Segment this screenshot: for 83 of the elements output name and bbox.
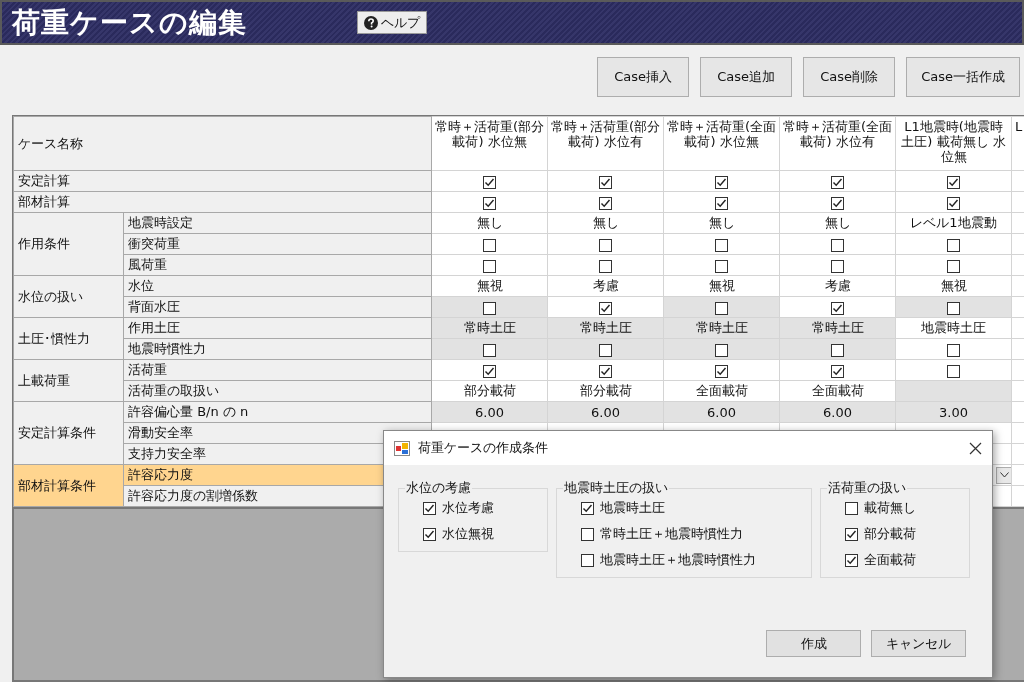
help-button[interactable]: ヘルプ — [357, 11, 427, 34]
group-title: 活荷重の扱い — [827, 479, 907, 497]
checkbox[interactable] — [947, 259, 960, 273]
checkbox-label[interactable]: 水位考慮 — [442, 499, 494, 517]
row-group-header: 土圧･慣性力 — [13, 317, 124, 360]
checkbox[interactable] — [581, 527, 594, 541]
app-icon — [394, 440, 410, 456]
checkbox[interactable] — [831, 238, 844, 252]
checkbox[interactable] — [947, 196, 960, 210]
checkbox[interactable] — [483, 238, 496, 252]
checkbox-label[interactable]: 載荷無し — [864, 499, 916, 517]
toolbar-button[interactable]: Case追加 — [700, 57, 793, 97]
checkbox[interactable] — [831, 175, 844, 189]
checkbox[interactable] — [845, 527, 858, 541]
checkbox[interactable] — [947, 364, 960, 378]
checkbox[interactable] — [483, 364, 496, 378]
row-group-header: 部材計算条件 — [13, 464, 124, 507]
checkbox[interactable] — [831, 301, 844, 315]
checkbox-label[interactable]: 地震時土圧＋地震時慣性力 — [600, 551, 756, 569]
row-header[interactable]: 許容偏心量 B/n の n — [123, 401, 432, 423]
checkbox[interactable] — [715, 364, 728, 378]
row-group-header: 作用条件 — [13, 212, 124, 276]
checkbox[interactable] — [715, 175, 728, 189]
checkbox[interactable] — [483, 259, 496, 273]
checkbox[interactable] — [831, 259, 844, 273]
checkbox-label[interactable]: 部分載荷 — [864, 525, 916, 543]
dialog-button[interactable]: 作成 — [766, 630, 861, 657]
toolbar-button[interactable]: Case挿入 — [597, 57, 690, 97]
row-group-header: 安定計算条件 — [13, 401, 124, 465]
checkbox[interactable] — [483, 196, 496, 210]
checkbox[interactable] — [423, 501, 436, 515]
column-header: 常時＋活荷重(部分載荷) 水位無 — [431, 116, 548, 171]
checkbox[interactable] — [947, 175, 960, 189]
toolbar-button[interactable]: Case削除 — [803, 57, 896, 97]
checkbox[interactable] — [715, 259, 728, 273]
row-header[interactable]: 衝突荷重 — [123, 233, 432, 255]
dialog-button[interactable]: キャンセル — [871, 630, 966, 657]
row-header: ケース名称 — [13, 116, 432, 171]
dropdown-button[interactable] — [996, 466, 1011, 484]
checkbox[interactable] — [599, 259, 612, 273]
column-header: 常時＋活荷重(全面載荷) 水位無 — [663, 116, 780, 171]
row-header[interactable]: 水位 — [123, 275, 432, 297]
row-header[interactable]: 風荷重 — [123, 254, 432, 276]
row-group-header: 上載荷重 — [13, 359, 124, 402]
row-header[interactable]: 地震時慣性力 — [123, 338, 432, 360]
checkbox-label[interactable]: 地震時土圧 — [600, 499, 665, 517]
checkbox-label[interactable]: 常時土圧＋地震時慣性力 — [600, 525, 743, 543]
row-header[interactable]: 活荷重 — [123, 359, 432, 381]
row-group-header: 水位の扱い — [13, 275, 124, 318]
checkbox[interactable] — [831, 196, 844, 210]
checkbox[interactable] — [845, 553, 858, 567]
row-header[interactable]: 部材計算 — [13, 191, 432, 213]
row-header[interactable]: 地震時設定 — [123, 212, 432, 234]
toolbar-button[interactable]: Case一括作成 — [906, 57, 1020, 97]
column-header: L1地震時(地震時土圧) 載荷無し 水位無 — [895, 116, 1012, 171]
checkbox[interactable] — [581, 501, 594, 515]
column-header: 常時＋活荷重(部分載荷) 水位有 — [547, 116, 664, 171]
checkbox[interactable] — [599, 364, 612, 378]
checkbox-label[interactable]: 全面載荷 — [864, 551, 916, 569]
checkbox[interactable] — [831, 364, 844, 378]
checkbox[interactable] — [599, 196, 612, 210]
column-header: 常時＋活荷重(全面載荷) 水位有 — [779, 116, 896, 171]
window-title: 荷重ケースの編集 — [12, 4, 247, 41]
checkbox[interactable] — [423, 527, 436, 541]
checkbox-label[interactable]: 水位無視 — [442, 525, 494, 543]
help-icon — [364, 15, 378, 30]
checkbox[interactable] — [845, 501, 858, 515]
checkbox[interactable] — [715, 238, 728, 252]
checkbox[interactable] — [599, 175, 612, 189]
checkbox[interactable] — [715, 196, 728, 210]
checkbox[interactable] — [599, 238, 612, 252]
row-header[interactable]: 活荷重の取扱い — [123, 380, 432, 402]
group-title: 地震時土圧の扱い — [563, 479, 669, 497]
checkbox[interactable] — [947, 238, 960, 252]
row-header[interactable]: 背面水圧 — [123, 296, 432, 318]
checkbox[interactable] — [599, 301, 612, 315]
checkbox[interactable] — [947, 343, 960, 357]
close-icon[interactable] — [969, 441, 982, 455]
row-header[interactable]: 作用土圧 — [123, 317, 432, 339]
caret-icon — [1000, 472, 1009, 478]
checkbox[interactable] — [581, 553, 594, 567]
checkbox[interactable] — [483, 175, 496, 189]
row-header[interactable]: 安定計算 — [13, 170, 432, 192]
